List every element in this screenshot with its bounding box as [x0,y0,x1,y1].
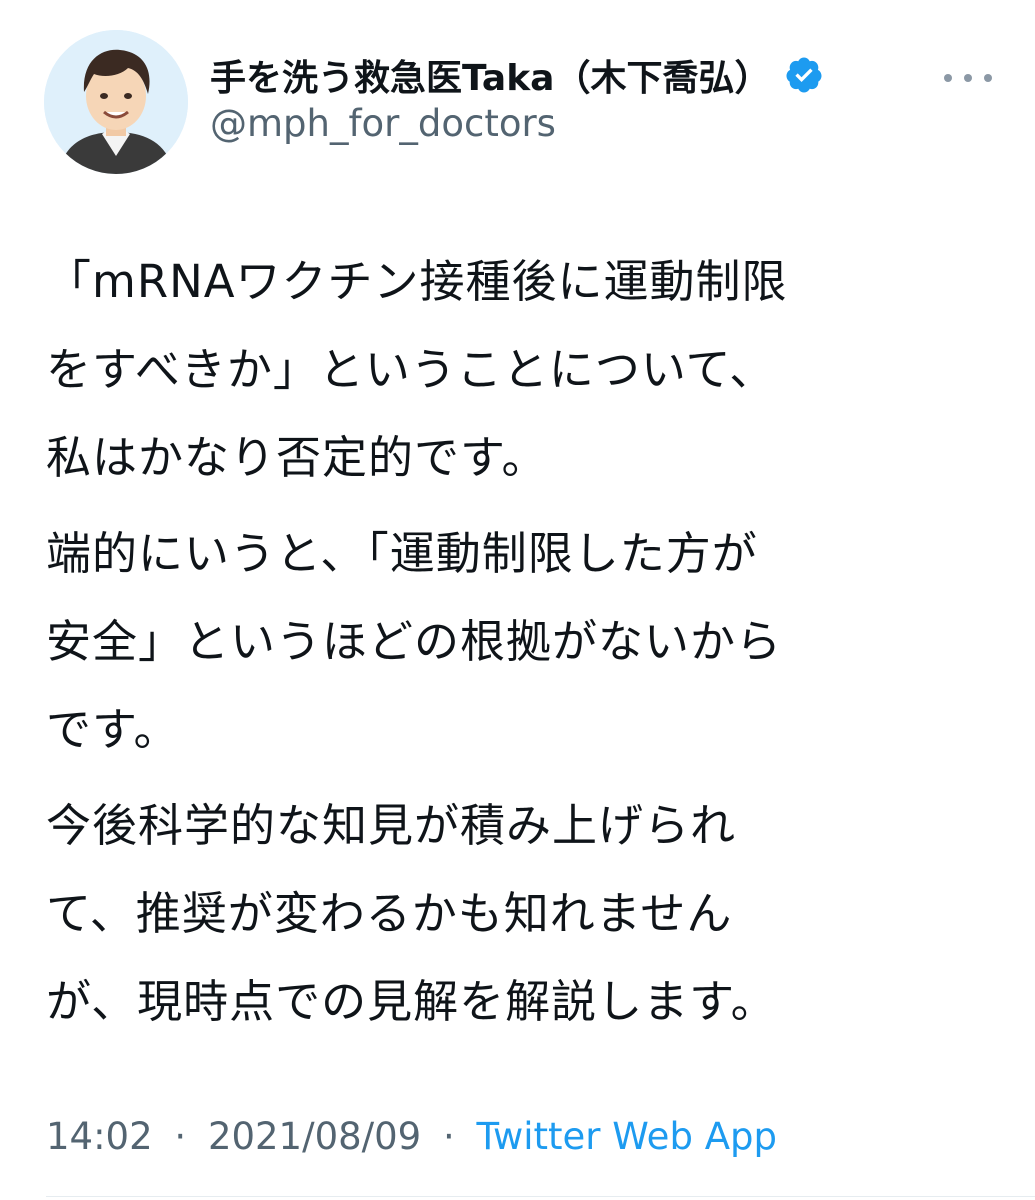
author-name-row[interactable]: 手を洗う救急医Taka（木下喬弘） [210,50,824,100]
tweet-line: て、推奨が変わるかも知れません [46,887,733,940]
user-avatar-icon [44,30,188,174]
author-display-name[interactable]: 手を洗う救急医Taka（木下喬弘） [210,49,770,101]
tweet-paragraph: 「mRNAワクチン接種後に運動制限 をすべきか」ということについて、 私はかなり… [46,238,986,502]
more-options-icon-dot [984,74,992,82]
tweet-line: 「mRNAワクチン接種後に運動制限 [46,255,788,308]
tweet-source-link[interactable]: Twitter Web App [477,1115,777,1158]
tweet-line: 安全」というほどの根拠がないから [46,615,783,668]
tweet-meta: 14:02 · 2021/08/09 · Twitter Web App [46,1115,777,1158]
avatar[interactable] [44,30,188,174]
tweet-paragraph: 端的にいうと、「運動制限した方が 安全」というほどの根拠がないから です。 [46,510,986,774]
tweet-line: が、現時点での見解を解説します。 [46,975,777,1028]
tweet-line: をすべきか」ということについて、 [46,343,776,396]
tweet-date[interactable]: 2021/08/09 [208,1115,421,1158]
tweet-paragraph: 今後科学的な知見が積み上げられ て、推奨が変わるかも知れません が、現時点での見… [46,782,986,1046]
tweet-line: 私はかなり否定的です。 [46,431,548,484]
meta-separator: · [174,1115,187,1158]
author-handle[interactable]: @mph_for_doctors [210,102,556,145]
tweet-card: 手を洗う救急医Taka（木下喬弘） @mph_for_doctors 「mRNA… [0,0,1035,1200]
more-options-icon-dot [964,74,972,82]
more-options-icon-dot [944,74,952,82]
tweet-line: 今後科学的な知見が積み上げられ [46,799,737,852]
more-options-button[interactable] [944,62,992,94]
tweet-line: 端的にいうと、「運動制限した方が [46,527,758,580]
tweet-text: 「mRNAワクチン接種後に運動制限 をすべきか」ということについて、 私はかなり… [46,238,986,1046]
divider [46,1196,1035,1197]
verified-badge-icon [784,55,824,95]
tweet-line: です。 [46,703,180,756]
meta-separator: · [442,1115,455,1158]
tweet-time[interactable]: 14:02 [46,1115,153,1158]
